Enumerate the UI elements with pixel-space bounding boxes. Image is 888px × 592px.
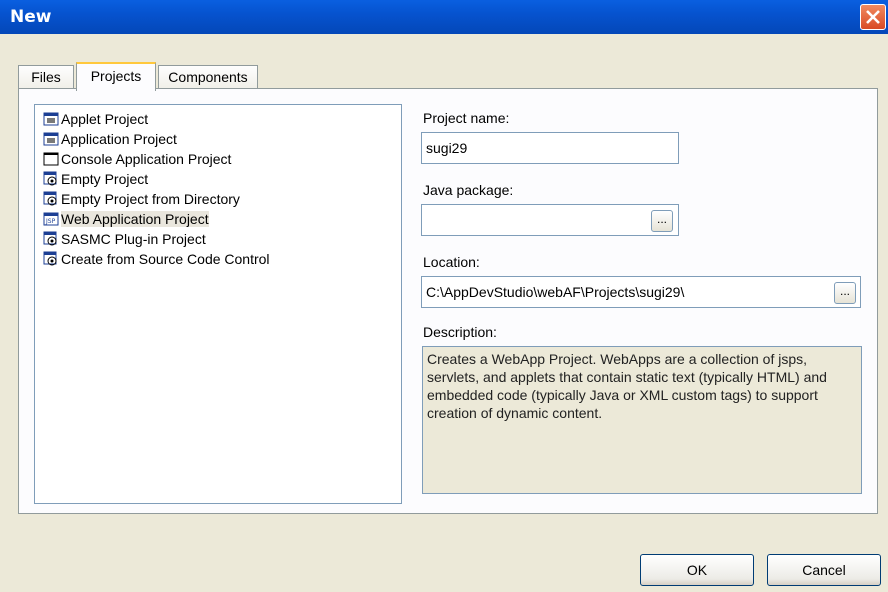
list-item-sasmc-plugin-project[interactable]: SASMC Plug-in Project (43, 229, 206, 249)
tab-components[interactable]: Components (158, 65, 258, 89)
list-item-label: Web Application Project (61, 211, 209, 227)
list-item-label: Console Application Project (61, 151, 232, 167)
list-item-label: Create from Source Code Control (61, 251, 270, 267)
application-project-icon (43, 132, 59, 146)
ok-button[interactable]: OK (640, 554, 754, 586)
empty-project-icon (43, 191, 57, 206)
java-package-label: Java package: (423, 182, 514, 198)
list-item-applet-project[interactable]: Applet Project (43, 109, 148, 129)
list-item-create-from-source-code-control[interactable]: Create from Source Code Control (43, 249, 270, 269)
close-button[interactable] (860, 4, 886, 30)
description-label: Description: (423, 324, 497, 340)
web-application-icon: JSP (43, 212, 59, 226)
project-type-list[interactable]: Applet Project Application Project Conso… (34, 104, 402, 504)
list-item-console-application-project[interactable]: Console Application Project (43, 149, 231, 169)
source-control-icon (43, 251, 57, 266)
list-item-label: Application Project (61, 131, 177, 147)
tab-files[interactable]: Files (18, 65, 74, 89)
list-item-label: SASMC Plug-in Project (61, 231, 206, 247)
description-text: Creates a WebApp Project. WebApps are a … (422, 346, 862, 494)
empty-project-icon (43, 171, 57, 186)
list-item-empty-project[interactable]: Empty Project (43, 169, 148, 189)
list-item-label: Applet Project (61, 111, 149, 127)
applet-project-icon (43, 112, 59, 126)
plugin-project-icon (43, 231, 57, 246)
location-field[interactable]: C:\AppDevStudio\webAF\Projects\sugi29\ (421, 276, 861, 308)
dialog-title: New (10, 7, 52, 27)
java-package-browse-button[interactable]: ... (651, 210, 673, 232)
new-dialog: New Files Projects Components Applet Pro… (0, 0, 888, 592)
svg-text:JSP: JSP (45, 218, 56, 225)
close-icon (866, 10, 880, 24)
location-label: Location: (423, 254, 480, 270)
title-bar[interactable]: New (0, 0, 888, 34)
list-item-label: Empty Project from Directory (61, 191, 240, 207)
list-item-application-project[interactable]: Application Project (43, 129, 177, 149)
java-package-field[interactable] (421, 204, 679, 236)
list-item-label: Empty Project (61, 171, 149, 187)
project-name-label: Project name: (423, 110, 510, 126)
console-window-icon (43, 152, 59, 166)
list-item-empty-project-from-directory[interactable]: Empty Project from Directory (43, 189, 240, 209)
project-name-field[interactable]: sugi29 (421, 132, 679, 164)
tab-projects[interactable]: Projects (76, 62, 156, 91)
location-browse-button[interactable]: ... (834, 282, 856, 304)
list-item-web-application-project[interactable]: JSP Web Application Project (43, 209, 209, 229)
cancel-button[interactable]: Cancel (767, 554, 881, 586)
